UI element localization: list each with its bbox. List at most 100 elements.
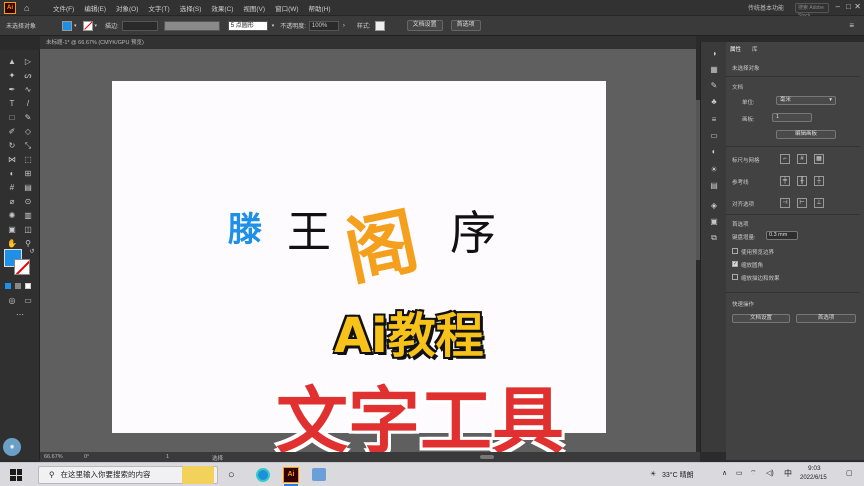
checkbox-scale-corners[interactable]: ✓ xyxy=(732,261,738,267)
brush-definition[interactable]: 5 点圆形 xyxy=(227,20,268,31)
notification-icon[interactable]: ▢ xyxy=(846,469,853,477)
opacity-arrow-icon[interactable]: › xyxy=(343,23,345,29)
zoom-level[interactable]: 66.67% xyxy=(44,454,63,460)
width-tool-icon[interactable]: ⋈ xyxy=(6,154,18,166)
transparency-panel-icon[interactable]: ◐ xyxy=(708,146,720,158)
stroke-weight-field[interactable] xyxy=(121,20,158,31)
edit-toolbar-icon[interactable]: ⋯ xyxy=(14,309,26,321)
checkbox-scale-strokes[interactable] xyxy=(732,274,738,280)
graphic-styles-icon[interactable]: ▤ xyxy=(708,180,720,192)
checkbox-preview-bounds[interactable] xyxy=(732,248,738,254)
snap-point-icon[interactable]: ⊣ xyxy=(780,198,790,208)
opacity-field[interactable]: 100% xyxy=(308,20,339,31)
quick-document-setup-button[interactable]: 文档设置 xyxy=(732,314,790,323)
slice-tool-icon[interactable]: ◫ xyxy=(22,224,34,236)
maximize-icon[interactable]: □ xyxy=(846,2,851,11)
scale-tool-icon[interactable]: ⤡ xyxy=(22,140,34,152)
menu-window[interactable]: 窗口(W) xyxy=(270,3,303,13)
edit-artboards-button[interactable]: 编辑画板 xyxy=(776,130,836,139)
swatches-panel-icon[interactable]: ▦ xyxy=(708,64,720,76)
stroke-panel-icon[interactable]: ≡ xyxy=(708,114,720,126)
ruler-icon[interactable]: ⌐ xyxy=(780,154,790,164)
task-view-icon[interactable]: ○ xyxy=(228,469,235,481)
selection-tool-icon[interactable]: ▲ xyxy=(6,56,18,68)
explorer-icon[interactable] xyxy=(312,468,326,481)
artwork-char-teng[interactable]: 滕 xyxy=(228,202,262,251)
home-icon[interactable]: ⌂ xyxy=(24,3,34,13)
illustrator-taskbar-icon[interactable]: Ai xyxy=(283,467,299,483)
draw-mode-icon[interactable]: ◎ xyxy=(6,295,18,307)
snap-glyph-icon[interactable]: ⊥ xyxy=(814,198,824,208)
menu-effect[interactable]: 效果(C) xyxy=(206,3,238,13)
clock-date[interactable]: 2022/6/15 xyxy=(800,475,827,481)
rotate-view[interactable]: 0° xyxy=(84,454,89,460)
lock-guides-icon[interactable]: ╫ xyxy=(797,176,807,186)
panel-menu-icon[interactable]: ≡ xyxy=(849,21,854,30)
snap-pixel-icon[interactable]: ⊢ xyxy=(797,198,807,208)
variable-width-profile[interactable] xyxy=(163,20,220,31)
swap-colors-icon[interactable]: ↺ xyxy=(26,246,38,258)
artwork-char-wang[interactable]: 王 xyxy=(287,196,331,260)
symbols-panel-icon[interactable]: ♣ xyxy=(708,96,720,108)
layers-panel-icon[interactable]: ◈ xyxy=(708,200,720,212)
volume-icon[interactable]: ◁) xyxy=(766,469,774,477)
clock-time[interactable]: 9:03 xyxy=(808,465,821,472)
stroke-swatch[interactable] xyxy=(82,20,93,31)
direct-selection-tool-icon[interactable]: ▷ xyxy=(22,56,34,68)
smart-guides-icon[interactable]: ┼ xyxy=(814,176,824,186)
eyedropper-icon[interactable]: ⌀ xyxy=(6,196,18,208)
artboard-select[interactable]: 1 xyxy=(772,113,812,122)
menu-file[interactable]: 文件(F) xyxy=(48,3,79,13)
blend-tool-icon[interactable]: ⊙ xyxy=(22,196,34,208)
paintbrush-icon[interactable]: ✎ xyxy=(22,112,34,124)
fill-dropdown-icon[interactable]: ▾ xyxy=(74,23,77,29)
free-transform-icon[interactable]: ⬚ xyxy=(22,154,34,166)
pen-tool-icon[interactable]: ✒ xyxy=(6,84,18,96)
brushes-panel-icon[interactable]: ✎ xyxy=(708,80,720,92)
links-panel-icon[interactable]: ⧉ xyxy=(708,232,720,244)
tab-libraries[interactable]: 库 xyxy=(752,45,758,53)
rectangle-tool-icon[interactable]: □ xyxy=(6,112,18,124)
transparency-grid-icon[interactable]: ▦ xyxy=(814,154,824,164)
tab-properties[interactable]: 属性 xyxy=(730,45,741,53)
type-tool-icon[interactable]: T xyxy=(6,98,18,110)
menu-object[interactable]: 对象(O) xyxy=(111,3,143,13)
artboard-tool-icon[interactable]: ▣ xyxy=(6,224,18,236)
weather-text[interactable]: 33°C 晴朗 xyxy=(662,470,694,480)
eraser-icon[interactable]: ◇ xyxy=(22,126,34,138)
network-icon[interactable]: ▭ xyxy=(736,469,743,477)
minimize-icon[interactable]: – xyxy=(836,2,840,11)
gradient-tool-icon[interactable]: ▤ xyxy=(22,182,34,194)
symbol-sprayer-icon[interactable]: ✺ xyxy=(6,210,18,222)
screen-mode-icon[interactable]: ▭ xyxy=(22,295,34,307)
artboards-panel-icon[interactable]: ▣ xyxy=(708,216,720,228)
artwork-char-xu[interactable]: 序 xyxy=(450,197,496,263)
curvature-icon[interactable]: ∿ xyxy=(22,84,34,96)
tray-chevron-icon[interactable]: ∧ xyxy=(722,469,727,477)
stock-search-input[interactable]: 搜索 Adobe Stock xyxy=(795,3,829,19)
graphic-style-swatch[interactable] xyxy=(374,20,385,31)
menu-view[interactable]: 视图(V) xyxy=(238,3,270,13)
grid-icon[interactable]: # xyxy=(797,154,807,164)
horizontal-scrollbar[interactable] xyxy=(480,455,494,459)
menu-type[interactable]: 文字(T) xyxy=(143,3,174,13)
preferences-button[interactable]: 首选项 xyxy=(450,20,481,31)
document-tab[interactable]: 未标题-1* @ 66.67% (CMYK/GPU 预览) xyxy=(46,38,144,46)
menu-help[interactable]: 帮助(H) xyxy=(304,3,336,13)
color-mode-icon[interactable] xyxy=(5,283,11,289)
artboard-navigation[interactable]: 1 xyxy=(166,454,169,460)
none-mode-icon[interactable] xyxy=(25,283,31,289)
close-icon[interactable]: ✕ xyxy=(854,2,861,11)
edge-browser-icon[interactable] xyxy=(256,468,270,482)
workspace-switcher[interactable]: 传统基本功能 xyxy=(748,3,784,12)
shape-builder-icon[interactable]: ◐ xyxy=(6,168,18,180)
guides-icon[interactable]: ╪ xyxy=(780,176,790,186)
document-setup-button[interactable]: 文档设置 xyxy=(406,20,443,31)
input-method-indicator[interactable]: 中 xyxy=(784,468,792,479)
rotate-tool-icon[interactable]: ↻ xyxy=(6,140,18,152)
perspective-grid-icon[interactable]: ⊞ xyxy=(22,168,34,180)
brush-dropdown-icon[interactable]: ▾ xyxy=(272,23,275,29)
vertical-scrollbar[interactable] xyxy=(696,100,700,260)
weather-sun-icon[interactable]: ☀ xyxy=(650,470,656,478)
gradient-mode-icon[interactable] xyxy=(15,283,21,289)
